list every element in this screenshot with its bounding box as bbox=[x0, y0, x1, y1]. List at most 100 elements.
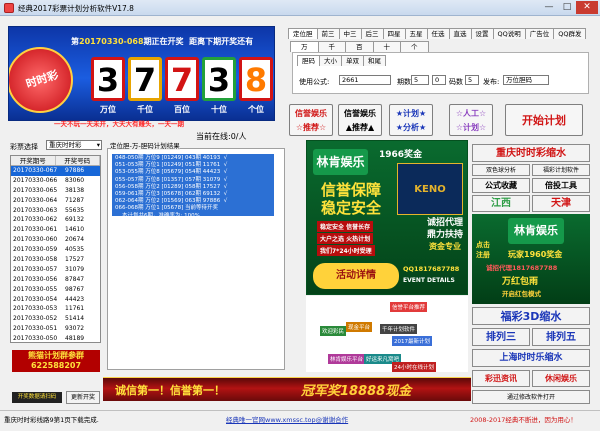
table-row[interactable]: 20170330-057 31079 bbox=[11, 265, 100, 275]
tab-qian[interactable]: 千 bbox=[317, 41, 346, 52]
row-number: 17527 bbox=[65, 256, 85, 264]
table-row[interactable]: 20170330-056 87847 bbox=[11, 275, 100, 285]
ball-wan: 3 bbox=[91, 57, 125, 101]
pailie3-button[interactable]: 排列三 bbox=[472, 328, 530, 346]
table-row[interactable]: 20170330-061 14610 bbox=[11, 225, 100, 235]
tag-7[interactable]: 24小时在线计划 bbox=[392, 362, 436, 372]
tag-0[interactable]: 信誉平台推荐 bbox=[390, 302, 428, 312]
lottery-news-button[interactable]: 彩迅资讯 bbox=[472, 370, 530, 387]
update-draws-button[interactable]: 更新开奖 bbox=[66, 391, 100, 404]
tab-housan[interactable]: 后三 bbox=[360, 28, 384, 39]
official-site-link[interactable]: 经典唯一官网www.xmssc.top@谢谢合作 bbox=[226, 414, 348, 424]
lincoln-logo: 林肯娱乐 bbox=[313, 149, 368, 175]
tab-qq-help[interactable]: QQ说明 bbox=[492, 28, 526, 39]
tab-qiansan[interactable]: 前三 bbox=[316, 28, 340, 39]
plan-result-caption: 定位胆-万-胆码计划结果 bbox=[110, 140, 180, 150]
chevron-down-icon: ▾ bbox=[96, 141, 100, 149]
tab-qq-group[interactable]: QQ群发 bbox=[553, 28, 587, 39]
table-row[interactable]: 20170330-064 71287 bbox=[11, 196, 100, 206]
ad-register: 注册 bbox=[476, 251, 490, 259]
publish-label: 发布: bbox=[483, 78, 500, 86]
modify-software-button[interactable]: 通过修改软件打开 bbox=[472, 390, 590, 404]
casual-games-button[interactable]: 休闲娱乐 bbox=[532, 370, 590, 387]
scan-qr-button[interactable]: 开奖数据请扫码 bbox=[12, 392, 62, 403]
table-row[interactable]: 20170330-054 44423 bbox=[11, 295, 100, 305]
plan-line: 053-055期 万位8 [05679] 054期 44423 √ bbox=[115, 169, 228, 176]
table-row[interactable]: 20170330-063 55635 bbox=[11, 206, 100, 216]
ssq-analysis-button[interactable]: 双色球分析 bbox=[472, 164, 530, 176]
lincoln-ad-top[interactable]: 林肯娱乐 1966奖金 信誉保障 稳定安全 KENO 稳定安全 信誉长存 大户之… bbox=[306, 140, 468, 295]
tag-3[interactable]: 千年计划软件 bbox=[380, 324, 418, 334]
minimize-button[interactable]: — bbox=[540, 1, 558, 14]
codes-input[interactable]: 5 bbox=[465, 75, 479, 85]
tianjin-button[interactable]: 天津 bbox=[532, 195, 590, 212]
table-row[interactable]: 20170330-055 98767 bbox=[11, 285, 100, 295]
publish-target[interactable]: 万位胆码 bbox=[503, 75, 549, 85]
row-number: 31079 bbox=[65, 265, 85, 273]
tab-shi[interactable]: 十 bbox=[372, 41, 401, 52]
ad-bar-2: 大户之选 火热计划 bbox=[317, 233, 374, 244]
plan-analysis-button[interactable]: ★计划★ ★分析★ bbox=[389, 104, 433, 136]
tab-sixing[interactable]: 四星 bbox=[382, 28, 406, 39]
table-row[interactable]: 20170330-067 97886 bbox=[11, 166, 100, 176]
table-row[interactable]: 20170330-058 17527 bbox=[11, 255, 100, 265]
recommend-button-1[interactable]: 信誉娱乐 ☆推荐☆ bbox=[289, 104, 333, 136]
table-row[interactable]: 20170330-051 93072 bbox=[11, 324, 100, 334]
tab-wan[interactable]: 万 bbox=[290, 41, 319, 52]
fucai3d-shrink-button[interactable]: 福彩3D缩水 bbox=[472, 307, 590, 325]
tag-4[interactable]: 2017最新计划 bbox=[392, 336, 432, 346]
ad-bar-6: 鼎力扶持 bbox=[427, 230, 464, 240]
cqssc-shrink-button[interactable]: 重庆时时彩缩水 bbox=[472, 144, 590, 162]
start-plan-button[interactable]: 开始计划 bbox=[505, 104, 583, 136]
period-input[interactable]: 5 bbox=[411, 75, 429, 85]
recommend-button-2[interactable]: 信誉娱乐 ▲推荐▲ bbox=[338, 104, 382, 136]
subtab-danshuang[interactable]: 单双 bbox=[341, 55, 364, 66]
row-number: 20674 bbox=[65, 236, 85, 244]
tab-zhongsan[interactable]: 中三 bbox=[338, 28, 362, 39]
close-button[interactable]: ✕ bbox=[576, 1, 598, 14]
table-row[interactable]: 20170330-062 69132 bbox=[11, 215, 100, 225]
subtab-daxiao[interactable]: 大小 bbox=[319, 55, 342, 66]
period2-input[interactable]: 0 bbox=[432, 75, 446, 85]
row-issue: 20170330-062 bbox=[13, 216, 58, 224]
subtab-hewei[interactable]: 和尾 bbox=[363, 55, 386, 66]
tab-zhixuan[interactable]: 直选 bbox=[448, 28, 472, 39]
table-row[interactable]: 20170330-050 48189 bbox=[11, 334, 100, 344]
table-row[interactable]: 20170330-060 20674 bbox=[11, 235, 100, 245]
table-row[interactable]: 20170330-052 51414 bbox=[11, 314, 100, 324]
lincoln-ad-right[interactable]: 林肯娱乐 点击 注册 玩家1960奖金 诚招代理1817687788 万红包雨 … bbox=[472, 214, 590, 304]
table-row[interactable]: 20170330-065 38138 bbox=[11, 186, 100, 196]
formula-config: 胆码 大小 单双 和尾 使用公式: 2661 期数 5 0 码数 5 发布: 万… bbox=[292, 52, 589, 94]
lottery-select[interactable]: 重庆时时彩 ▾ bbox=[46, 140, 102, 150]
shanghai-ssl-button[interactable]: 上海时时乐缩水 bbox=[472, 349, 590, 367]
formula-input[interactable]: 2661 bbox=[339, 75, 391, 85]
col-number: 开奖号码 bbox=[56, 156, 100, 165]
tag-5[interactable]: 林肯娱乐平台 bbox=[328, 354, 366, 364]
tag-1[interactable]: 欢迎彩民 bbox=[320, 326, 347, 336]
table-row[interactable]: 20170330-066 83060 bbox=[11, 176, 100, 186]
row-issue: 20170330-061 bbox=[13, 226, 58, 234]
tab-settings[interactable]: 设置 bbox=[470, 28, 494, 39]
formula-favorites-button[interactable]: 公式收藏 bbox=[472, 178, 530, 193]
position-tabs: 万 千 百 十 个 bbox=[290, 41, 429, 52]
tab-renxuan[interactable]: 任选 bbox=[426, 28, 450, 39]
event-details-button[interactable]: 活动详情 bbox=[313, 263, 399, 289]
tab-ads[interactable]: 广告位 bbox=[524, 28, 555, 39]
tag-2[interactable]: 现金平台 bbox=[346, 322, 373, 332]
tab-ge[interactable]: 个 bbox=[400, 41, 429, 52]
tab-bai[interactable]: 百 bbox=[345, 41, 374, 52]
bet-tool-button[interactable]: 倍投工具 bbox=[532, 178, 590, 193]
table-row[interactable]: 20170330-053 11761 bbox=[11, 304, 100, 314]
table-row[interactable]: 20170330-059 40535 bbox=[11, 245, 100, 255]
subtab-danma[interactable]: 胆码 bbox=[297, 55, 320, 66]
tab-wuxing[interactable]: 五星 bbox=[404, 28, 428, 39]
panda-group-badge[interactable]: 熊猫计划群参群 622588207 bbox=[12, 350, 100, 372]
fucai-plan-button[interactable]: 福彩计划软件 bbox=[532, 164, 590, 176]
jiangxi-button[interactable]: 江西 bbox=[472, 195, 530, 212]
bottom-ad-banner[interactable]: 诚信第一！信誉第一！ 冠军奖18888现金 bbox=[103, 377, 471, 401]
plan-tag-cloud: 信誉平台推荐 欢迎彩民 现金平台 千年计划软件 2017最新计划 林肯娱乐平台 … bbox=[306, 296, 468, 372]
tab-dingweidan[interactable]: 定位胆 bbox=[288, 28, 318, 39]
maximize-button[interactable]: □ bbox=[558, 1, 576, 14]
manual-plan-button[interactable]: ☆人工☆ ☆计划☆ bbox=[449, 104, 493, 136]
pailie5-button[interactable]: 排列五 bbox=[532, 328, 590, 346]
